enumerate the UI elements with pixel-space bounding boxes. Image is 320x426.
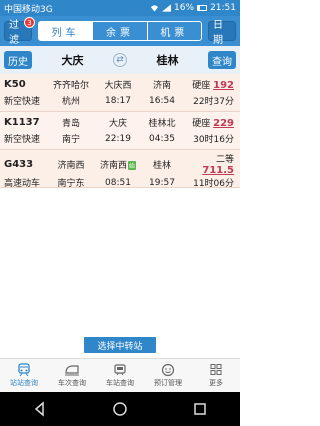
filter-button[interactable]: 过滤 3	[4, 17, 35, 46]
nav-station-info[interactable]: 车站查询	[96, 359, 144, 392]
query-button[interactable]: 查询	[208, 51, 236, 69]
status-bar: 中国移动3G 16% 21:51	[0, 0, 240, 16]
tab-remaining-tickets[interactable]: 余票	[92, 22, 146, 40]
top-toolbar: 过滤 3 列车 余票 机票 日期	[0, 16, 240, 46]
nav-label: 车次查询	[58, 379, 86, 387]
train-row[interactable]: K1137 青岛 大庆 桂林北 硬座 229 新空快速 南宁 22:19 04:…	[0, 112, 240, 150]
seat-count[interactable]: 711.5	[202, 165, 234, 176]
board-station: 大庆	[108, 118, 127, 129]
board-station: 济南西始	[96, 158, 140, 171]
train-type: 新空快速	[4, 135, 41, 146]
duration: 22时37分	[193, 97, 234, 108]
train-origin: 济南西	[57, 160, 85, 171]
history-button[interactable]: 历史	[4, 51, 32, 69]
train-icon	[65, 365, 79, 376]
arrive-time: 16:54	[149, 95, 175, 106]
train-number: G433	[4, 158, 34, 170]
seat-info: 硬座 192	[184, 78, 234, 91]
train-dest: 杭州	[61, 97, 80, 108]
train-dest: 南宁东	[57, 179, 85, 189]
tab-train[interactable]: 列车	[39, 22, 93, 40]
nav-more[interactable]: 更多	[192, 359, 240, 392]
arrive-station: 桂林北	[148, 118, 176, 129]
train-type: 新空快速	[4, 97, 41, 108]
select-transfer-button[interactable]: 选择中转站	[84, 337, 156, 353]
train-type: 高速动车	[4, 179, 41, 189]
to-station[interactable]: 桂林	[127, 52, 208, 68]
station-icon	[114, 364, 126, 376]
nav-station-search[interactable]: 站站查询	[0, 359, 48, 392]
grid-icon	[210, 364, 222, 375]
train-search-icon	[18, 363, 30, 377]
duration: 30时16分	[193, 135, 234, 146]
filter-badge: 3	[24, 17, 35, 28]
route-bar: 历史 大庆 ⇄ 桂林 查询	[0, 46, 240, 74]
seat-info: 硬座 229	[184, 116, 234, 129]
nav-label: 车站查询	[106, 379, 134, 387]
seat-type: 硬座	[192, 80, 211, 91]
seat-type: 二等	[215, 155, 234, 165]
wifi-icon	[150, 5, 159, 12]
system-nav-bar	[0, 392, 240, 426]
status-right: 16% 21:51	[150, 3, 236, 13]
arrive-time: 04:35	[149, 133, 175, 144]
tab-flights[interactable]: 机票	[146, 22, 201, 40]
train-list: K50 齐齐哈尔 大庆西 济南 硬座 192 新空快速 杭州 18:17 16:…	[0, 74, 240, 189]
train-row[interactable]: K50 齐齐哈尔 大庆西 济南 硬座 192 新空快速 杭州 18:17 16:…	[0, 74, 240, 112]
recents-icon[interactable]	[191, 400, 209, 418]
train-row[interactable]: G433 济南西 济南西始 桂林 二等 711.5 高速动车 南宁东 08:51…	[0, 150, 240, 189]
signal-icon	[162, 4, 172, 12]
date-button[interactable]: 日期	[208, 20, 236, 46]
board-station: 大庆西	[104, 80, 132, 91]
depart-time: 08:51	[105, 177, 131, 188]
nav-label: 预订管理	[154, 379, 182, 387]
duration: 11时06分	[193, 179, 234, 189]
face-icon	[161, 363, 175, 377]
depart-time: 22:19	[105, 133, 131, 144]
board-station-name: 济南西	[99, 160, 127, 171]
depart-time: 18:17	[105, 95, 131, 106]
train-origin: 青岛	[61, 118, 80, 129]
train-dest: 南宁	[61, 135, 80, 146]
arrive-time: 19:57	[149, 177, 175, 188]
home-icon[interactable]	[111, 400, 129, 418]
battery-percent: 16%	[174, 3, 195, 13]
nav-train-search[interactable]: 车次查询	[48, 359, 96, 392]
arrive-station: 济南	[152, 80, 171, 91]
bottom-nav: 站站查询 车次查询 车站查询 预订管理 更多	[0, 358, 240, 392]
nav-label: 更多	[209, 379, 223, 387]
carrier-label: 中国移动3G	[4, 4, 53, 15]
nav-label: 站站查询	[10, 379, 38, 387]
clock: 21:51	[210, 3, 236, 13]
seat-count[interactable]: 229	[213, 118, 234, 129]
battery-icon	[197, 5, 208, 11]
train-number: K1137	[4, 116, 40, 128]
back-icon[interactable]	[31, 400, 49, 418]
train-origin: 齐齐哈尔	[52, 80, 89, 91]
origin-station-tag: 始	[128, 160, 137, 170]
train-number: K50	[4, 78, 26, 90]
from-station[interactable]: 大庆	[32, 52, 113, 68]
swap-icon[interactable]: ⇄	[113, 53, 127, 67]
seat-info: 二等 711.5	[184, 152, 234, 176]
seat-type: 硬座	[192, 118, 211, 129]
mode-tabs: 列车 余票 机票	[38, 21, 202, 41]
arrive-station: 桂林	[152, 160, 171, 171]
seat-count[interactable]: 192	[213, 80, 234, 91]
nav-booking-manage[interactable]: 预订管理	[144, 359, 192, 392]
